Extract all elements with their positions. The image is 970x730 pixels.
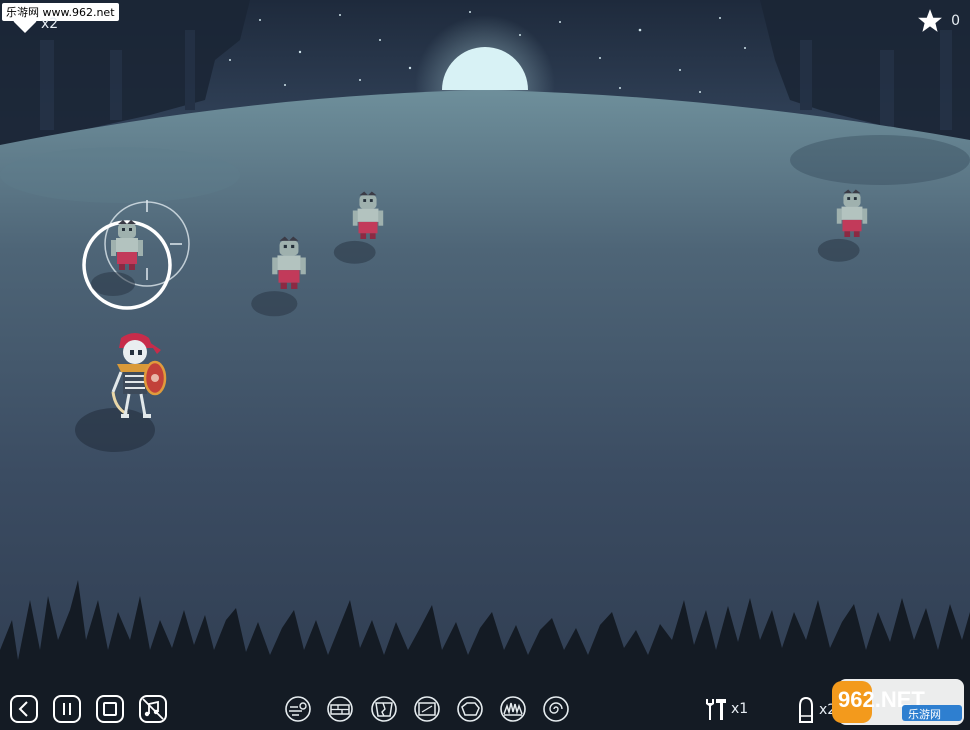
ability-barrier[interactable]	[325, 694, 355, 724]
tools-count: x1	[731, 701, 749, 717]
game-stage[interactable]: 乐游网 www.962.net x2 0 x1 x2 962.NET 乐游网	[0, 0, 970, 730]
box-icon	[414, 696, 440, 722]
bullet-icon	[799, 696, 813, 723]
site-logo: 962.NET 乐游网	[832, 679, 964, 725]
ability-box[interactable]	[412, 694, 442, 724]
music-off-icon	[139, 695, 167, 723]
stars-count: 0	[951, 13, 960, 29]
heart-icon	[12, 14, 38, 34]
stars-counter: 0	[917, 8, 960, 34]
back-button[interactable]	[8, 693, 40, 725]
stop-icon	[96, 695, 124, 723]
ability-crack[interactable]	[369, 694, 399, 724]
ability-rock[interactable]	[455, 694, 485, 724]
lives-count: x2	[41, 16, 59, 32]
stop-button[interactable]	[94, 693, 126, 725]
spikes-icon	[500, 696, 526, 722]
logo-sub-text: 乐游网	[908, 708, 941, 721]
wind-icon	[285, 696, 311, 722]
tools-counter: x1	[702, 696, 748, 722]
crack-icon	[371, 696, 397, 722]
ability-spikes[interactable]	[498, 694, 528, 724]
lives-indicator: x2	[12, 14, 58, 34]
back-icon	[10, 695, 38, 723]
music-toggle-button[interactable]	[137, 693, 169, 725]
ability-vortex[interactable]	[541, 694, 571, 724]
tools-icon	[706, 699, 726, 720]
rock-icon	[457, 696, 483, 722]
ability-wind[interactable]	[283, 694, 313, 724]
vortex-icon	[543, 696, 569, 722]
pause-button[interactable]	[51, 693, 83, 725]
barrier-icon	[327, 696, 353, 722]
game-scene	[0, 0, 970, 730]
star-icon	[918, 9, 942, 32]
pause-icon	[53, 695, 81, 723]
